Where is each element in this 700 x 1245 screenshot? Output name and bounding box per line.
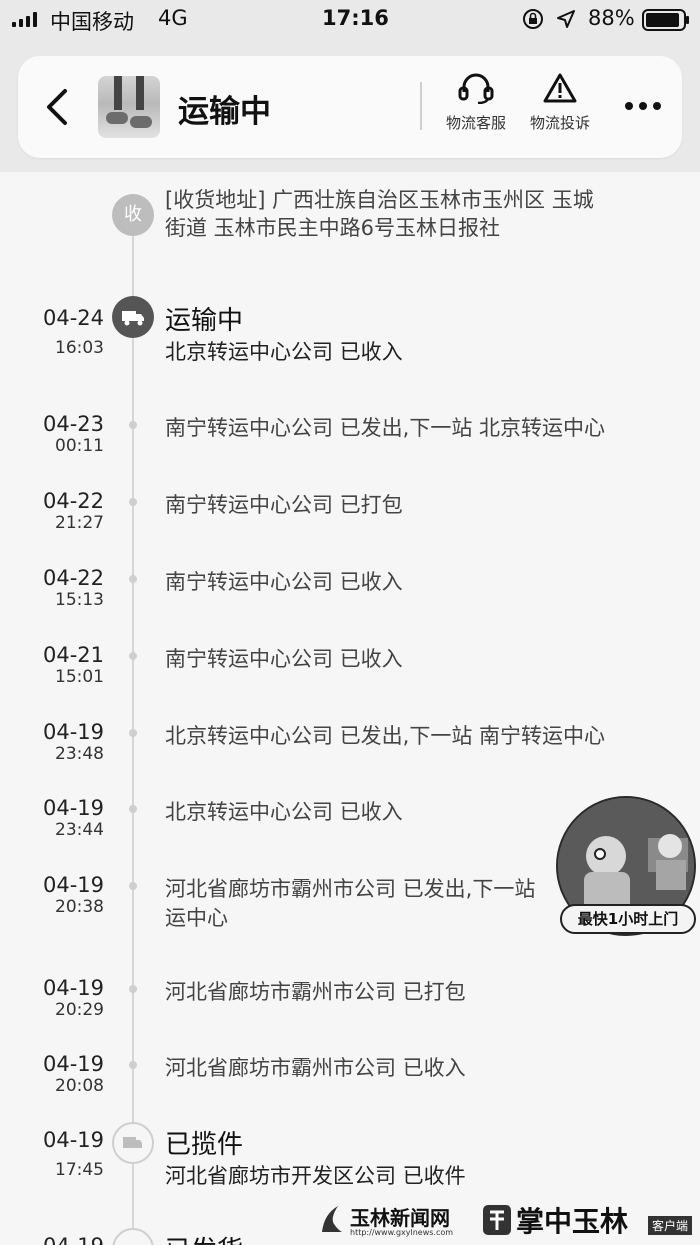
logistics-timeline-panel xyxy=(0,172,700,1245)
pickup-node xyxy=(112,1122,154,1164)
event-text: 南宁转运中心公司 已收入 xyxy=(165,647,403,671)
logistics-complaint-button[interactable]: 物流投诉 xyxy=(520,72,600,144)
clock: 17:16 xyxy=(322,6,389,30)
battery-icon xyxy=(642,9,689,31)
event-status: 已揽件 xyxy=(165,1130,244,1160)
event-text: 南宁转运中心公司 已打包 xyxy=(165,493,403,517)
address-line-1: [收货地址] 广西壮族自治区玉林市玉州区 玉城 xyxy=(165,188,594,212)
watermark-site-name: 玉林新闻网 xyxy=(350,1206,450,1230)
event-text: 河北省廊坊市霸州市公司 已发出,下一站 xyxy=(165,877,536,901)
event-date: 04-23 xyxy=(42,412,104,436)
timeline-dot xyxy=(129,805,137,813)
event-date: 04-19 xyxy=(42,1052,104,1076)
carrier-label: 中国移动 xyxy=(50,10,134,34)
timeline-dot xyxy=(129,652,137,660)
event-desc: 北京转运中心公司 已收入 xyxy=(165,340,403,364)
event-time: 00:11 xyxy=(55,436,104,456)
truck-node xyxy=(112,296,154,338)
event-time: 15:13 xyxy=(55,590,104,610)
network-label: 4G xyxy=(158,6,188,30)
location-arrow-icon xyxy=(557,10,575,28)
event-text: 河北省廊坊市霸州市公司 已打包 xyxy=(165,980,466,1004)
header-divider xyxy=(420,82,422,130)
event-date: 04-19 xyxy=(42,873,104,897)
event-text-continued: 运中心 xyxy=(165,906,228,930)
newsite-logo-icon xyxy=(322,1206,342,1232)
timeline-dot xyxy=(129,882,137,890)
event-text: 河北省廊坊市霸州市公司 已收入 xyxy=(165,1056,466,1080)
event-time: 15:01 xyxy=(55,667,104,687)
timeline-dot xyxy=(129,575,137,583)
event-time: 17:45 xyxy=(55,1160,104,1180)
timeline-dot xyxy=(129,985,137,993)
event-time: 16:03 xyxy=(55,338,104,358)
courier-promo-button[interactable]: 最快1小时上门 xyxy=(556,796,700,942)
header-card: 运输中 物流客服 物流投诉 xyxy=(18,56,682,158)
timeline-dot xyxy=(129,421,137,429)
event-date: 04-22 xyxy=(42,566,104,590)
rotation-lock-icon xyxy=(523,9,543,29)
watermark-app-name: 掌中玉林 xyxy=(516,1205,629,1238)
event-time: 21:27 xyxy=(55,513,104,533)
app-logo-icon xyxy=(483,1205,511,1235)
event-date: 04-19 xyxy=(42,1128,104,1152)
event-text: 北京转运中心公司 已发出,下一站 南宁转运中心 xyxy=(165,724,606,748)
event-text: 南宁转运中心公司 已收入 xyxy=(165,570,403,594)
timeline-line xyxy=(132,230,134,1245)
event-date: 04-19 xyxy=(42,720,104,744)
timeline-dot xyxy=(129,498,137,506)
event-time: 20:38 xyxy=(55,897,104,917)
event-date: 04-19 xyxy=(42,976,104,1000)
event-text: 北京转运中心公司 已收入 xyxy=(165,800,403,824)
more-icon[interactable] xyxy=(624,100,662,112)
event-desc: 河北省廊坊市开发区公司 已收件 xyxy=(165,1164,466,1188)
event-date: 04-24 xyxy=(42,306,104,330)
event-time: 20:08 xyxy=(55,1076,104,1096)
headset-icon xyxy=(458,73,494,104)
logistics-complaint-label: 物流投诉 xyxy=(529,114,590,132)
watermark-url: http://www.gxylnews.com xyxy=(350,1228,454,1237)
event-time: 23:48 xyxy=(55,744,104,764)
logistics-service-label: 物流客服 xyxy=(445,114,506,132)
receiver-address: [收货地址] 广西壮族自治区玉林市玉州区 玉城 街道 玉林市民主中路6号玉林日报… xyxy=(165,186,645,242)
package-thumbnail[interactable] xyxy=(98,76,160,138)
receiver-badge: 收 xyxy=(112,194,154,236)
watermark-tag: 客户端 xyxy=(648,1216,693,1235)
event-time: 20:29 xyxy=(55,1000,104,1020)
status-bar: 中国移动 4G 17:16 88% xyxy=(0,0,700,40)
event-date: 04-19 xyxy=(43,1234,104,1245)
page-title: 运输中 xyxy=(178,94,271,130)
truck-icon xyxy=(122,311,144,326)
package-icon xyxy=(123,1137,142,1148)
event-status: 运输中 xyxy=(165,306,244,336)
warning-icon xyxy=(543,73,577,103)
logistics-service-button[interactable]: 物流客服 xyxy=(436,72,516,144)
signal-icon xyxy=(12,12,37,27)
event-status: 已发货 xyxy=(165,1230,243,1245)
battery-percent: 88% xyxy=(588,6,635,30)
address-line-2: 街道 玉林市民主中路6号玉林日报社 xyxy=(165,216,501,240)
promo-label: 最快1小时上门 xyxy=(560,904,696,934)
event-date: 04-19 xyxy=(42,796,104,820)
event-date: 04-22 xyxy=(42,489,104,513)
back-icon[interactable] xyxy=(44,88,70,126)
timeline-dot xyxy=(129,1061,137,1069)
event-time: 23:44 xyxy=(55,820,104,840)
timeline-dot xyxy=(129,729,137,737)
event-date: 04-21 xyxy=(42,643,104,667)
watermark: 玉林新闻网 http://www.gxylnews.com 掌中玉林 客户端 xyxy=(310,1198,700,1245)
event-text: 南宁转运中心公司 已发出,下一站 北京转运中心 xyxy=(165,416,606,440)
